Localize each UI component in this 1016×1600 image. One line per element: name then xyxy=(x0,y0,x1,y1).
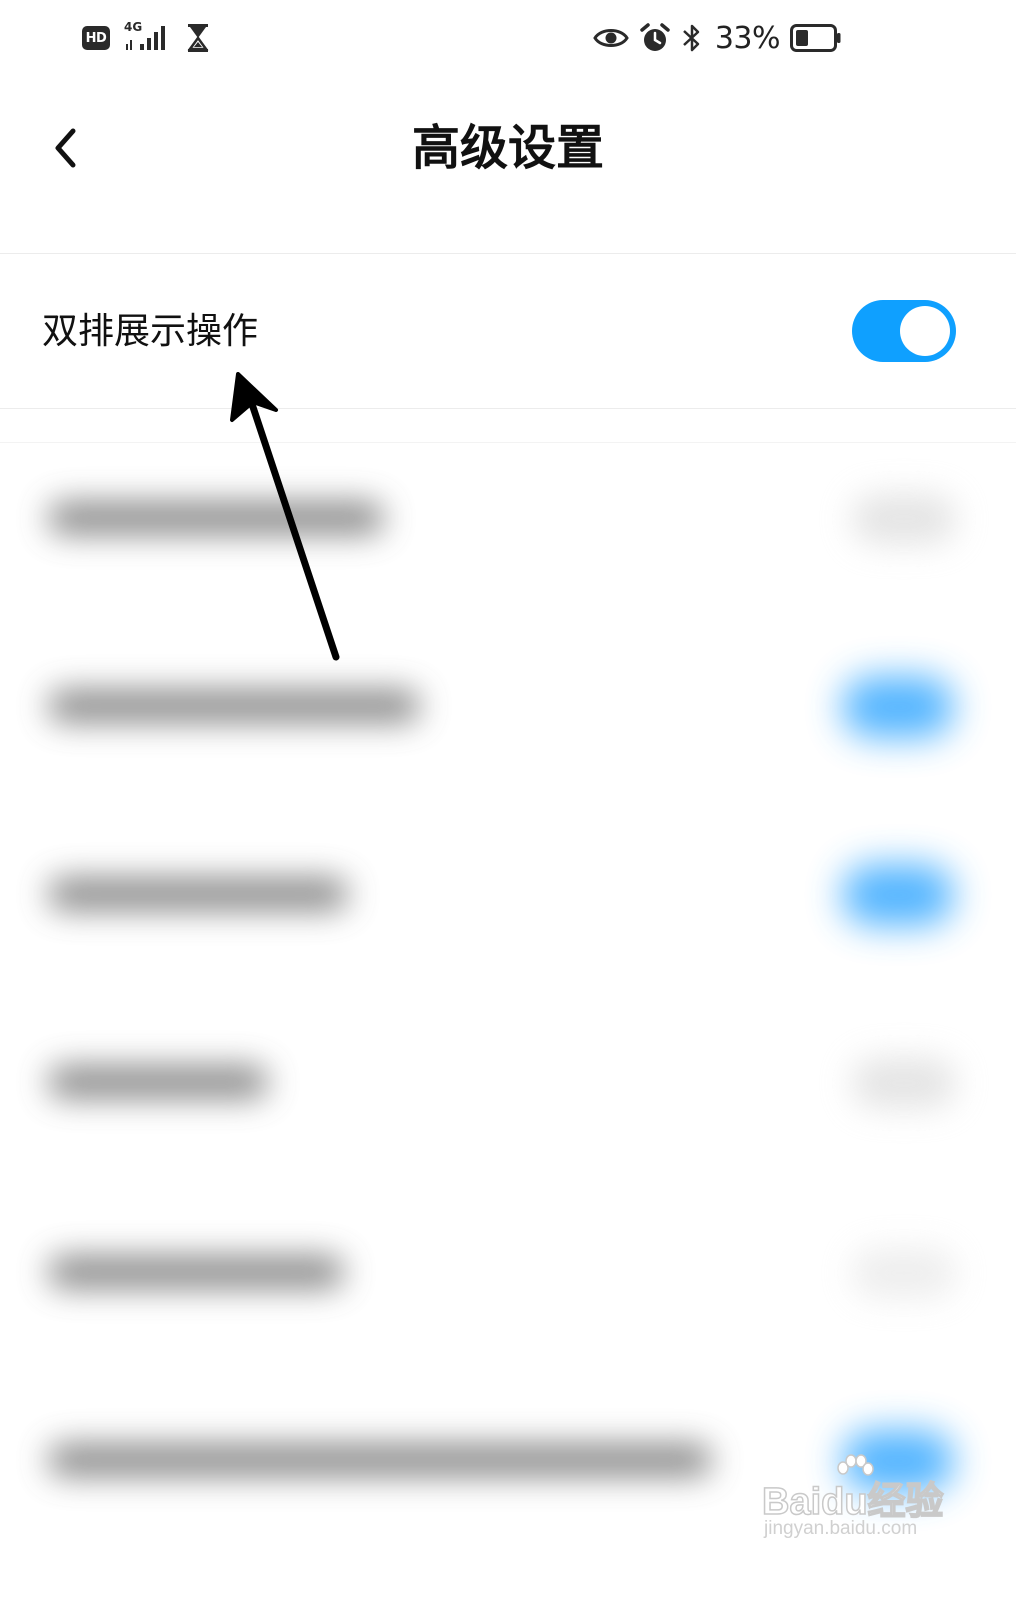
row-divider xyxy=(0,408,1016,409)
page-title: 高级设置 xyxy=(411,120,604,176)
blurred-setting-row[interactable] xyxy=(0,1022,1016,1142)
header: 高级设置 xyxy=(0,80,1016,252)
battery-percent: 33% xyxy=(714,20,781,56)
blurred-toggle-on[interactable] xyxy=(842,864,954,926)
double-row-actions-toggle[interactable] xyxy=(852,300,956,362)
bluetooth-icon xyxy=(681,22,703,54)
blurred-label xyxy=(48,1256,344,1288)
watermark-url: jingyan.baidu.com xyxy=(764,1518,918,1539)
section-divider xyxy=(0,442,1016,443)
setting-row-double-row-actions[interactable]: 双排展示操作 xyxy=(0,254,1016,408)
blurred-setting-row[interactable] xyxy=(0,834,1016,954)
watermark-brand: Baidu经验 xyxy=(761,1480,944,1524)
blurred-toggle-off[interactable] xyxy=(852,494,956,544)
status-bar: HD 4G 33% xyxy=(0,0,1016,80)
toggle-knob xyxy=(900,306,950,356)
blurred-label xyxy=(48,878,348,910)
blurred-label xyxy=(48,1444,712,1476)
blurred-setting-row[interactable] xyxy=(0,458,1016,578)
alarm-icon xyxy=(639,22,671,54)
blurred-setting-row[interactable] xyxy=(0,646,1016,766)
battery-icon xyxy=(790,24,842,52)
blurred-toggle-off[interactable] xyxy=(852,1248,956,1298)
hd-icon: HD xyxy=(82,26,110,50)
blurred-toggle-off[interactable] xyxy=(852,1058,956,1108)
hd-label: HD xyxy=(85,30,107,46)
blurred-label xyxy=(48,1066,268,1098)
blurred-setting-row[interactable] xyxy=(0,1212,1016,1332)
blurred-label xyxy=(48,690,420,722)
status-bar-right: 33% xyxy=(593,18,842,58)
blurred-toggle-on[interactable] xyxy=(842,676,954,738)
hourglass-icon xyxy=(186,23,210,53)
signal-icon: 4G xyxy=(124,20,172,54)
setting-label: 双排展示操作 xyxy=(42,311,259,352)
blurred-label xyxy=(48,502,384,534)
baidu-jingyan-watermark: Baidu经验 jingyan.baidu.com xyxy=(761,1454,962,1552)
eye-icon xyxy=(593,25,629,51)
status-bar-left: HD 4G xyxy=(82,20,210,56)
